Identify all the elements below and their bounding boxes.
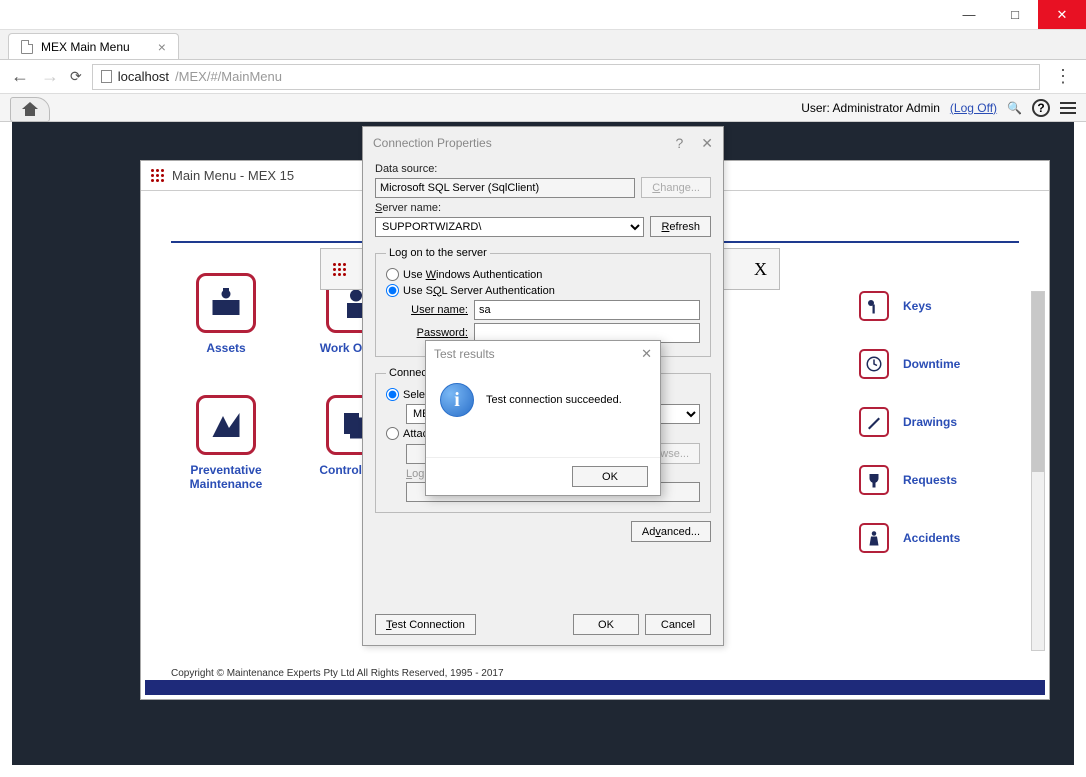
side-item-drawings[interactable]: Drawings <box>859 407 1019 437</box>
cancel-button[interactable]: Cancel <box>645 614 711 635</box>
site-info-icon <box>101 70 112 83</box>
logon-legend: Log on to the server <box>386 247 490 259</box>
server-name-label: Server name: <box>375 202 711 214</box>
username-label: User name: <box>406 304 468 316</box>
accidents-icon <box>859 523 889 553</box>
popup-close-button[interactable]: ✕ <box>641 346 652 362</box>
app-logo-icon <box>333 263 346 276</box>
connection-title: Connection Properties <box>373 136 492 150</box>
reload-button[interactable]: ⟳ <box>70 68 82 85</box>
home-icon <box>22 102 38 116</box>
nav-forward-button[interactable]: → <box>40 66 60 87</box>
app-header: User: Administrator Admin (Log Off) 🔍 ? <box>0 94 1086 122</box>
side-item-accidents[interactable]: Accidents <box>859 523 1019 553</box>
popup-message: Test connection succeeded. <box>486 394 622 406</box>
windows-auth-radio[interactable]: Use Windows Authentication <box>386 268 700 281</box>
tab-title: MEX Main Menu <box>41 40 130 54</box>
dialog-help-button[interactable]: ? <box>675 135 683 152</box>
preventative-maintenance-icon <box>196 395 256 455</box>
home-tab[interactable] <box>10 97 50 122</box>
scrollbar-thumb[interactable] <box>1032 292 1044 472</box>
popup-titlebar: Test results ✕ <box>426 341 660 367</box>
main-menu-title: Main Menu - MEX 15 <box>172 168 294 183</box>
data-source-field <box>375 178 635 198</box>
app-logo-icon <box>151 169 164 182</box>
logoff-link[interactable]: (Log Off) <box>950 101 997 115</box>
browser-tabstrip: MEX Main Menu × <box>0 30 1086 60</box>
drawings-icon <box>859 407 889 437</box>
hamburger-icon[interactable] <box>1060 102 1076 114</box>
popup-ok-button[interactable]: OK <box>572 466 648 487</box>
tab-close-icon[interactable]: × <box>158 39 166 55</box>
copyright-text: Copyright © Maintenance Experts Pty Ltd … <box>171 668 504 679</box>
refresh-button[interactable]: Refresh <box>650 216 711 237</box>
user-label: User: Administrator Admin <box>801 101 940 115</box>
data-source-label: Data source: <box>375 163 711 175</box>
info-icon: i <box>440 383 474 417</box>
dialog-close-button[interactable]: ✕ <box>701 135 713 152</box>
footer-bar <box>145 680 1045 695</box>
browser-toolbar: ← → ⟳ localhost/MEX/#/MainMenu ⋮ <box>0 60 1086 94</box>
downtime-icon <box>859 349 889 379</box>
change-button[interactable]: CChange...hange... <box>641 177 711 198</box>
advanced-button[interactable]: Advanced... <box>631 521 711 542</box>
address-bar[interactable]: localhost/MEX/#/MainMenu <box>92 64 1040 90</box>
menu-item-assets[interactable]: Assets <box>171 273 281 355</box>
menu-item-preventative-maintenance[interactable]: Preventative Maintenance <box>171 395 281 491</box>
secondary-dialog-close[interactable]: X <box>754 259 767 280</box>
test-results-popup: Test results ✕ i Test connection succeed… <box>425 340 661 496</box>
side-item-downtime[interactable]: Downtime <box>859 349 1019 379</box>
scrollbar[interactable] <box>1031 291 1045 651</box>
side-item-requests[interactable]: Requests <box>859 465 1019 495</box>
password-label: Password: <box>406 327 468 339</box>
url-host: localhost <box>118 69 169 84</box>
username-field[interactable] <box>474 300 700 320</box>
nav-back-button[interactable]: ← <box>10 66 30 87</box>
browser-menu-button[interactable]: ⋮ <box>1050 66 1076 87</box>
window-minimize-button[interactable]: — <box>946 0 992 29</box>
document-icon <box>21 40 33 54</box>
side-menu: Keys Downtime Drawings Requests Accident… <box>859 291 1019 581</box>
side-item-keys[interactable]: Keys <box>859 291 1019 321</box>
test-connection-button[interactable]: Test Connection <box>375 614 476 635</box>
assets-icon <box>196 273 256 333</box>
sql-auth-radio[interactable]: Use SQL Server Authentication <box>386 284 700 297</box>
search-icon[interactable]: 🔍 <box>1007 101 1022 115</box>
keys-icon <box>859 291 889 321</box>
window-close-button[interactable]: ✕ <box>1038 0 1086 29</box>
window-titlebar: — □ ✕ <box>0 0 1086 30</box>
ok-button[interactable]: OK <box>573 614 639 635</box>
browser-tab[interactable]: MEX Main Menu × <box>8 33 179 59</box>
url-path: /MEX/#/MainMenu <box>175 69 282 84</box>
popup-title: Test results <box>434 347 495 361</box>
help-icon[interactable]: ? <box>1032 99 1050 117</box>
window-maximize-button[interactable]: □ <box>992 0 1038 29</box>
requests-icon <box>859 465 889 495</box>
connection-titlebar: Connection Properties ? ✕ <box>363 127 723 159</box>
server-name-select[interactable]: SUPPORTWIZARD\ <box>375 217 644 237</box>
